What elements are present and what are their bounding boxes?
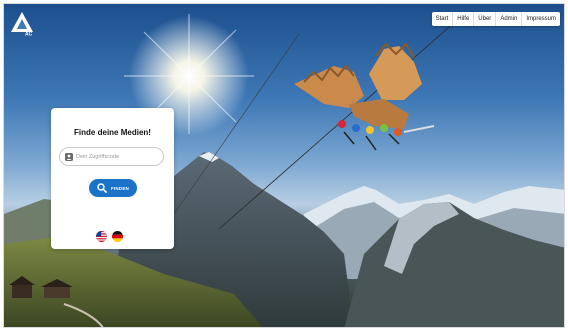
eagle-flyer (294, 42, 435, 151)
logo-icon[interactable]: AC (10, 10, 34, 36)
nav-admin[interactable]: Admin (496, 12, 523, 26)
language-switcher (96, 231, 123, 242)
logo-text: AC (25, 32, 33, 37)
find-button-label: FINDEN (111, 185, 129, 191)
nav-impressum[interactable]: Impressum (522, 12, 560, 26)
search-card: Finde deine Medien! FINDEN (51, 108, 174, 249)
search-icon (97, 183, 108, 193)
nav-ueber[interactable]: Über (474, 12, 497, 26)
nav-start[interactable]: Start (432, 12, 454, 26)
card-title: Finde deine Medien! (74, 128, 151, 137)
find-button[interactable]: FINDEN (89, 179, 137, 197)
nav-hilfe[interactable]: Hilfe (453, 12, 475, 26)
flag-us-icon[interactable] (96, 231, 107, 242)
flag-de-icon[interactable] (112, 231, 123, 242)
person-icon (65, 152, 73, 161)
access-code-field[interactable] (59, 147, 164, 166)
access-code-input[interactable] (76, 153, 156, 160)
app-window: AC Start Hilfe Über Admin Impressum Find… (3, 3, 565, 328)
top-nav: Start Hilfe Über Admin Impressum (431, 12, 560, 26)
